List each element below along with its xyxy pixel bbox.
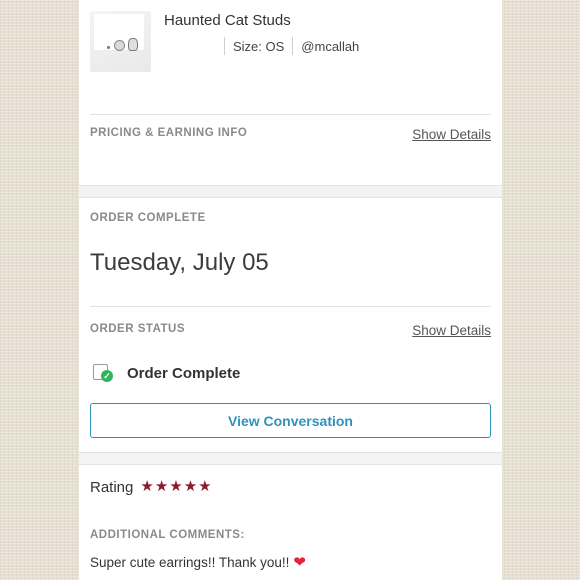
star-icon: ★ xyxy=(154,478,169,495)
earring-back-icon xyxy=(107,46,110,49)
comment-text: Super cute earrings!! Thank you!! xyxy=(90,554,290,570)
order-complete-icon: ✓ xyxy=(92,363,114,383)
status-show-details-link[interactable]: Show Details xyxy=(412,323,491,338)
order-complete-date: Tuesday, July 05 xyxy=(90,249,269,276)
product-summary: Haunted Cat Studs Size: OS @mcallah xyxy=(79,0,502,114)
section-gap xyxy=(79,452,502,465)
rating-label: Rating xyxy=(90,478,134,496)
pricing-show-details-link[interactable]: Show Details xyxy=(412,127,491,142)
star-icon: ★ xyxy=(169,478,183,495)
rating-row: Rating ★ ★ ★ ★ ★ xyxy=(90,478,212,496)
heart-emoji-icon: ❤ xyxy=(293,554,306,571)
product-meta: Size: OS @mcallah xyxy=(224,36,367,56)
star-icon: ★ xyxy=(183,478,198,495)
section-gap xyxy=(79,185,502,198)
rating-stars: ★ ★ ★ ★ ★ xyxy=(140,478,211,496)
cat-stud-icon xyxy=(114,40,125,51)
product-thumbnail[interactable] xyxy=(90,11,151,72)
divider xyxy=(90,114,491,115)
star-icon: ★ xyxy=(198,478,212,495)
ghost-stud-icon xyxy=(128,38,138,51)
order-status-text: Order Complete xyxy=(127,364,241,382)
star-icon: ★ xyxy=(140,478,154,495)
divider xyxy=(90,306,491,307)
order-status-label: ORDER STATUS xyxy=(90,323,186,335)
order-status-row: ✓ Order Complete xyxy=(92,363,240,383)
comment-row: Super cute earrings!! Thank you!! ❤ xyxy=(90,553,306,571)
order-complete-label: ORDER COMPLETE xyxy=(90,212,206,224)
seller-username[interactable]: @mcallah xyxy=(293,39,367,54)
product-size: Size: OS xyxy=(233,38,285,54)
view-conversation-button[interactable]: View Conversation xyxy=(90,403,491,438)
pricing-section-label: PRICING & EARNING INFO xyxy=(90,127,248,139)
product-title[interactable]: Haunted Cat Studs xyxy=(164,12,291,29)
additional-comments-label: ADDITIONAL COMMENTS: xyxy=(90,529,245,541)
order-details-panel: Haunted Cat Studs Size: OS @mcallah PRIC… xyxy=(79,0,502,580)
